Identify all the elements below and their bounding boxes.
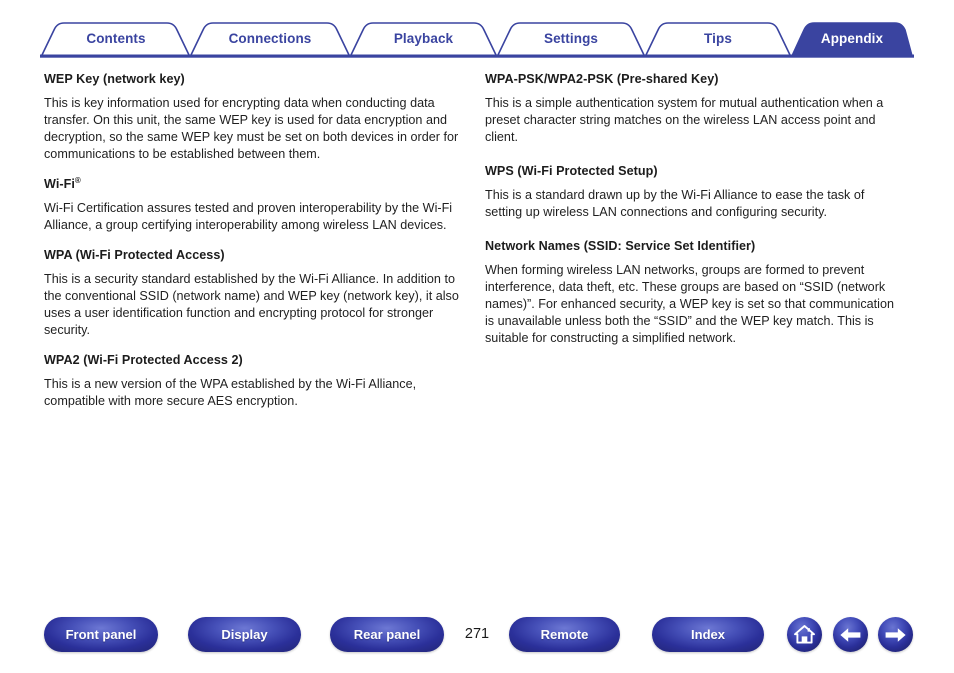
section-heading: WPA (Wi-Fi Protected Access) bbox=[44, 248, 225, 263]
section-heading-text: Wi-Fi bbox=[44, 177, 75, 192]
section-body: This is key information used for encrypt… bbox=[44, 95, 459, 162]
rear-panel-button[interactable]: Rear panel bbox=[330, 617, 444, 652]
tab-playback[interactable]: Playback bbox=[351, 20, 496, 56]
tab-contents-label: Contents bbox=[86, 30, 146, 46]
tab-contents[interactable]: Contents bbox=[42, 20, 190, 56]
section-body: This is a security standard established … bbox=[44, 271, 459, 338]
section-wpa2: WPA2 (Wi-Fi Protected Access 2) This is … bbox=[44, 353, 464, 410]
section-body: When forming wireless LAN networks, grou… bbox=[485, 262, 894, 346]
content-column-left: WEP Key (network key) This is key inform… bbox=[44, 72, 464, 410]
section-wep-key: WEP Key (network key) This is key inform… bbox=[44, 72, 464, 163]
arrow-left-icon bbox=[840, 627, 861, 642]
arrow-right-icon bbox=[885, 627, 906, 642]
section-body: This is a new version of the WPA establi… bbox=[44, 377, 417, 409]
forward-button[interactable] bbox=[878, 617, 913, 652]
index-button[interactable]: Index bbox=[652, 617, 764, 652]
tab-settings[interactable]: Settings bbox=[498, 20, 644, 56]
section-heading: WEP Key (network key) bbox=[44, 72, 185, 86]
section-heading: WPA-PSK/WPA2-PSK (Pre-shared Key) bbox=[485, 72, 719, 86]
section-body: This is a standard drawn up by the Wi-Fi… bbox=[485, 187, 865, 219]
section-body: This is a simple authentication system f… bbox=[485, 95, 884, 144]
home-button[interactable] bbox=[787, 617, 822, 652]
index-button-label: Index bbox=[691, 627, 725, 642]
front-panel-button[interactable]: Front panel bbox=[44, 617, 158, 652]
display-button[interactable]: Display bbox=[188, 617, 301, 652]
tab-tips-label: Tips bbox=[704, 30, 732, 46]
tab-tips[interactable]: Tips bbox=[646, 20, 790, 56]
display-button-label: Display bbox=[221, 627, 268, 642]
remote-button-label: Remote bbox=[540, 627, 589, 642]
section-wifi: Wi-Fi® Wi-Fi Certification assures teste… bbox=[44, 177, 464, 234]
content-column-right: WPA-PSK/WPA2-PSK (Pre-shared Key) This i… bbox=[485, 72, 905, 347]
home-icon bbox=[794, 625, 815, 644]
tab-connections-label: Connections bbox=[228, 30, 312, 46]
section-heading: WPA2 (Wi-Fi Protected Access 2) bbox=[44, 353, 243, 368]
tab-playback-label: Playback bbox=[393, 30, 454, 46]
front-panel-button-label: Front panel bbox=[65, 627, 137, 642]
tab-bar: Contents Connections Playback Settings T… bbox=[40, 20, 914, 58]
section-heading: WPS (Wi-Fi Protected Setup) bbox=[485, 164, 658, 179]
footer-navigation: Front panel Display Rear panel 271 Remot… bbox=[0, 612, 954, 668]
page-number: 271 bbox=[464, 626, 490, 642]
section-network-names: Network Names (SSID: Service Set Identif… bbox=[485, 239, 905, 347]
registered-trademark-symbol: ® bbox=[74, 176, 81, 186]
section-heading: Wi-Fi® bbox=[44, 177, 464, 193]
section-body: Wi-Fi Certification assures tested and p… bbox=[44, 200, 453, 233]
back-button[interactable] bbox=[833, 617, 868, 652]
tab-connections[interactable]: Connections bbox=[191, 20, 349, 56]
page-content: WEP Key (network key) This is key inform… bbox=[0, 72, 954, 592]
tab-appendix-label: Appendix bbox=[820, 30, 884, 46]
rear-panel-button-label: Rear panel bbox=[353, 627, 421, 642]
section-wps: WPS (Wi-Fi Protected Setup) This is a st… bbox=[485, 164, 905, 221]
section-wpa: WPA (Wi-Fi Protected Access) This is a s… bbox=[44, 248, 464, 339]
tab-settings-label: Settings bbox=[543, 30, 599, 46]
section-wpa-psk: WPA-PSK/WPA2-PSK (Pre-shared Key) This i… bbox=[485, 72, 905, 146]
tab-appendix[interactable]: Appendix bbox=[792, 20, 912, 56]
remote-button[interactable]: Remote bbox=[509, 617, 620, 652]
section-heading: Network Names (SSID: Service Set Identif… bbox=[485, 239, 756, 254]
